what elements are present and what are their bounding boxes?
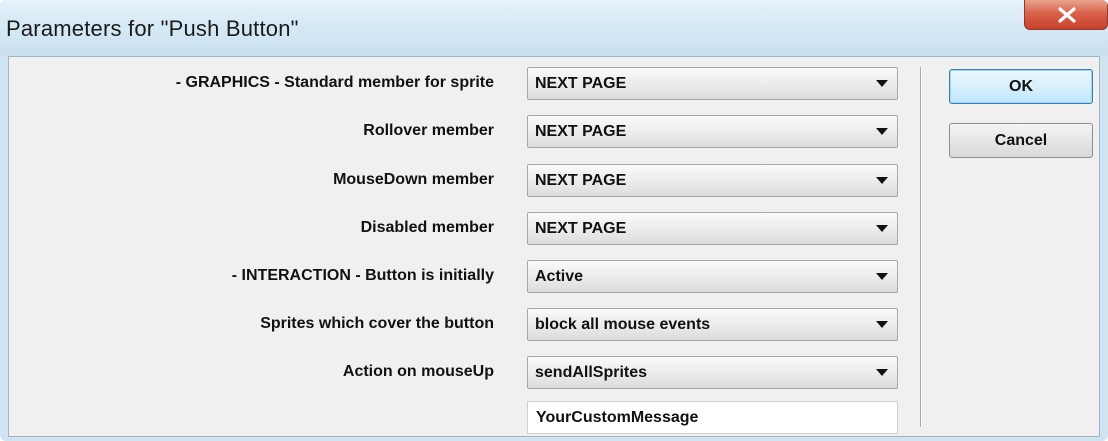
standard-member-dropdown[interactable]: NEXT PAGE (527, 67, 898, 100)
label-mouseup-action: Action on mouseUp (342, 363, 494, 380)
vertical-divider (920, 67, 922, 427)
custom-message-value: YourCustomMessage (536, 409, 699, 426)
cancel-button[interactable]: Cancel (949, 123, 1093, 158)
dialog-body: - GRAPHICS - Standard member for sprite … (8, 56, 1100, 437)
dropdown-value: NEXT PAGE (535, 172, 627, 189)
dropdown-value: sendAllSprites (535, 364, 648, 381)
close-icon (1058, 7, 1076, 23)
ok-button[interactable]: OK (949, 69, 1093, 104)
disabled-member-dropdown[interactable]: NEXT PAGE (527, 212, 898, 245)
dropdown-value: block all mouse events (535, 316, 711, 333)
dropdown-value: NEXT PAGE (535, 123, 627, 140)
chevron-down-icon (876, 80, 888, 87)
chevron-down-icon (876, 369, 888, 376)
initial-state-dropdown[interactable]: Active (527, 260, 898, 293)
custom-message-input[interactable]: YourCustomMessage (527, 401, 898, 434)
chevron-down-icon (876, 321, 888, 328)
label-mousedown-member: MouseDown member (333, 171, 494, 188)
mousedown-member-dropdown[interactable]: NEXT PAGE (527, 164, 898, 197)
dropdown-value: Active (535, 268, 584, 285)
label-covering-sprites: Sprites which cover the button (260, 315, 494, 332)
covering-sprites-dropdown[interactable]: block all mouse events (527, 308, 898, 341)
dropdown-value: NEXT PAGE (535, 75, 627, 92)
dialog-title: Parameters for "Push Button" (6, 16, 299, 41)
chevron-down-icon (876, 273, 888, 280)
close-button[interactable] (1024, 0, 1108, 30)
rollover-member-dropdown[interactable]: NEXT PAGE (527, 115, 898, 148)
label-standard-member: - GRAPHICS - Standard member for sprite (175, 74, 494, 91)
label-initial-state: - INTERACTION - Button is initially (231, 267, 494, 284)
chevron-down-icon (876, 128, 888, 135)
label-rollover-member: Rollover member (363, 122, 494, 139)
label-disabled-member: Disabled member (360, 219, 494, 236)
mouseup-action-dropdown[interactable]: sendAllSprites (527, 356, 898, 389)
dialog-window: Parameters for "Push Button" - GRAPHICS … (0, 0, 1108, 441)
title-bar: Parameters for "Push Button" (0, 0, 1108, 56)
chevron-down-icon (876, 177, 888, 184)
dropdown-value: NEXT PAGE (535, 220, 627, 237)
chevron-down-icon (876, 225, 888, 232)
